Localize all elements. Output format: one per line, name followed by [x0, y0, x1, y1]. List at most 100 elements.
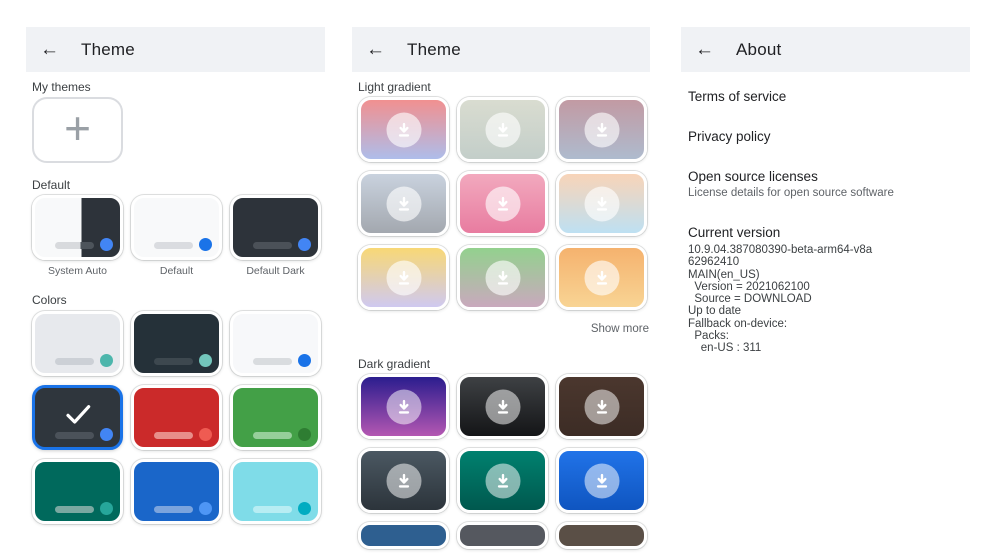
enter-key-dot	[199, 502, 212, 515]
gradient-theme-swatch[interactable]	[457, 171, 548, 236]
add-theme-button[interactable]: +	[32, 97, 123, 163]
spacebar-preview	[253, 358, 292, 365]
download-icon	[584, 463, 619, 498]
download-icon	[386, 463, 421, 498]
page-title: Theme	[407, 39, 461, 59]
gradient-theme-swatch[interactable]	[358, 374, 449, 439]
gradient-theme-swatch[interactable]	[358, 97, 449, 162]
light-gradient-grid	[352, 97, 650, 310]
spacebar-preview	[154, 242, 193, 249]
labeled-theme-card: Default Dark	[230, 195, 321, 277]
about-screen: ← About Terms of service Privacy policy …	[681, 27, 970, 355]
enter-key-dot	[199, 428, 212, 441]
terms-of-service-item[interactable]: Terms of service	[688, 89, 970, 104]
theme-card-label: Default Dark	[246, 265, 305, 277]
gradient-theme-swatch[interactable]	[556, 448, 647, 513]
download-icon	[386, 260, 421, 295]
enter-key-dot	[298, 428, 311, 441]
enter-key-dot	[100, 238, 113, 251]
download-icon	[584, 112, 619, 147]
gradient-theme-swatch[interactable]	[556, 97, 647, 162]
theme-card-system-auto[interactable]	[32, 195, 123, 260]
spacebar-preview	[154, 506, 193, 513]
spacebar-preview	[55, 242, 94, 249]
item-title: Open source licenses	[688, 169, 818, 184]
dark-gradient-label: Dark gradient	[358, 357, 431, 371]
spacebar-preview	[253, 242, 292, 249]
back-button[interactable]: ←	[40, 40, 59, 59]
labeled-theme-card: Default	[131, 195, 222, 277]
download-icon	[485, 260, 520, 295]
download-icon	[584, 186, 619, 221]
color-theme-swatch[interactable]	[32, 311, 123, 376]
spacebar-preview	[55, 358, 94, 365]
back-button[interactable]: ←	[695, 40, 714, 59]
download-icon	[485, 112, 520, 147]
download-icon	[386, 112, 421, 147]
current-version-item: Current version 10.9.04.387080390-beta-a…	[688, 225, 970, 355]
spacebar-preview	[154, 358, 193, 365]
item-subtitle: License details for open source software	[688, 187, 894, 199]
gradient-theme-swatch[interactable]	[358, 171, 449, 236]
download-icon	[386, 186, 421, 221]
labeled-theme-card: System Auto	[32, 195, 123, 277]
enter-key-dot	[298, 502, 311, 515]
enter-key-dot	[100, 502, 113, 515]
enter-key-dot	[100, 428, 113, 441]
enter-key-dot	[298, 354, 311, 367]
color-theme-swatch[interactable]	[131, 311, 222, 376]
color-theme-swatch[interactable]	[32, 385, 123, 450]
gradient-theme-swatch[interactable]	[457, 448, 548, 513]
gradient-theme-swatch[interactable]	[457, 522, 548, 549]
gradient-theme-swatch[interactable]	[556, 522, 647, 549]
my-themes-label: My themes	[32, 80, 91, 94]
download-icon	[485, 463, 520, 498]
light-gradient-label: Light gradient	[358, 80, 431, 94]
color-theme-swatch[interactable]	[131, 459, 222, 524]
colors-swatch-grid	[26, 311, 325, 524]
show-more-link[interactable]: Show more	[358, 323, 651, 335]
privacy-policy-item[interactable]: Privacy policy	[688, 129, 970, 144]
gradient-theme-swatch[interactable]	[358, 245, 449, 310]
color-theme-swatch[interactable]	[131, 385, 222, 450]
current-version-title: Current version	[688, 225, 781, 240]
gradient-theme-swatch[interactable]	[358, 522, 449, 549]
spacebar-preview	[55, 506, 94, 513]
gradient-theme-swatch[interactable]	[457, 245, 548, 310]
gradient-theme-swatch[interactable]	[556, 245, 647, 310]
download-icon	[485, 186, 520, 221]
item-title: Terms of service	[688, 89, 787, 104]
about-header: ← About	[681, 27, 970, 72]
color-theme-swatch[interactable]	[230, 311, 321, 376]
gradient-theme-swatch[interactable]	[556, 374, 647, 439]
spacebar-preview	[55, 432, 94, 439]
open-source-licenses-item[interactable]: Open source licenses License details for…	[688, 169, 970, 199]
spacebar-preview	[253, 432, 292, 439]
color-theme-swatch[interactable]	[230, 459, 321, 524]
spacebar-preview	[253, 506, 292, 513]
gradient-theme-swatch[interactable]	[457, 97, 548, 162]
theme-header: ← Theme	[352, 27, 650, 72]
download-icon	[386, 389, 421, 424]
back-button[interactable]: ←	[366, 40, 385, 59]
enter-key-dot	[199, 354, 212, 367]
theme-card-label: Default	[159, 265, 194, 277]
theme-card-default[interactable]	[131, 195, 222, 260]
theme-gradients-screen: ← Theme Light gradient Show more Dark gr…	[352, 27, 650, 549]
download-icon	[485, 389, 520, 424]
theme-header: ← Theme	[26, 27, 325, 72]
gradient-theme-swatch[interactable]	[457, 374, 548, 439]
spacebar-preview	[154, 432, 193, 439]
gradient-theme-swatch[interactable]	[556, 171, 647, 236]
enter-key-dot	[100, 354, 113, 367]
theme-card-default-dark[interactable]	[230, 195, 321, 260]
download-icon	[584, 389, 619, 424]
color-theme-swatch[interactable]	[32, 459, 123, 524]
theme-colors-screen: ← Theme My themes + Default System Auto D…	[26, 27, 325, 524]
enter-key-dot	[298, 238, 311, 251]
color-theme-swatch[interactable]	[230, 385, 321, 450]
theme-card-label: System Auto	[48, 265, 107, 277]
gradient-theme-swatch[interactable]	[358, 448, 449, 513]
dark-gradient-grid	[352, 374, 650, 549]
colors-label: Colors	[32, 293, 67, 307]
